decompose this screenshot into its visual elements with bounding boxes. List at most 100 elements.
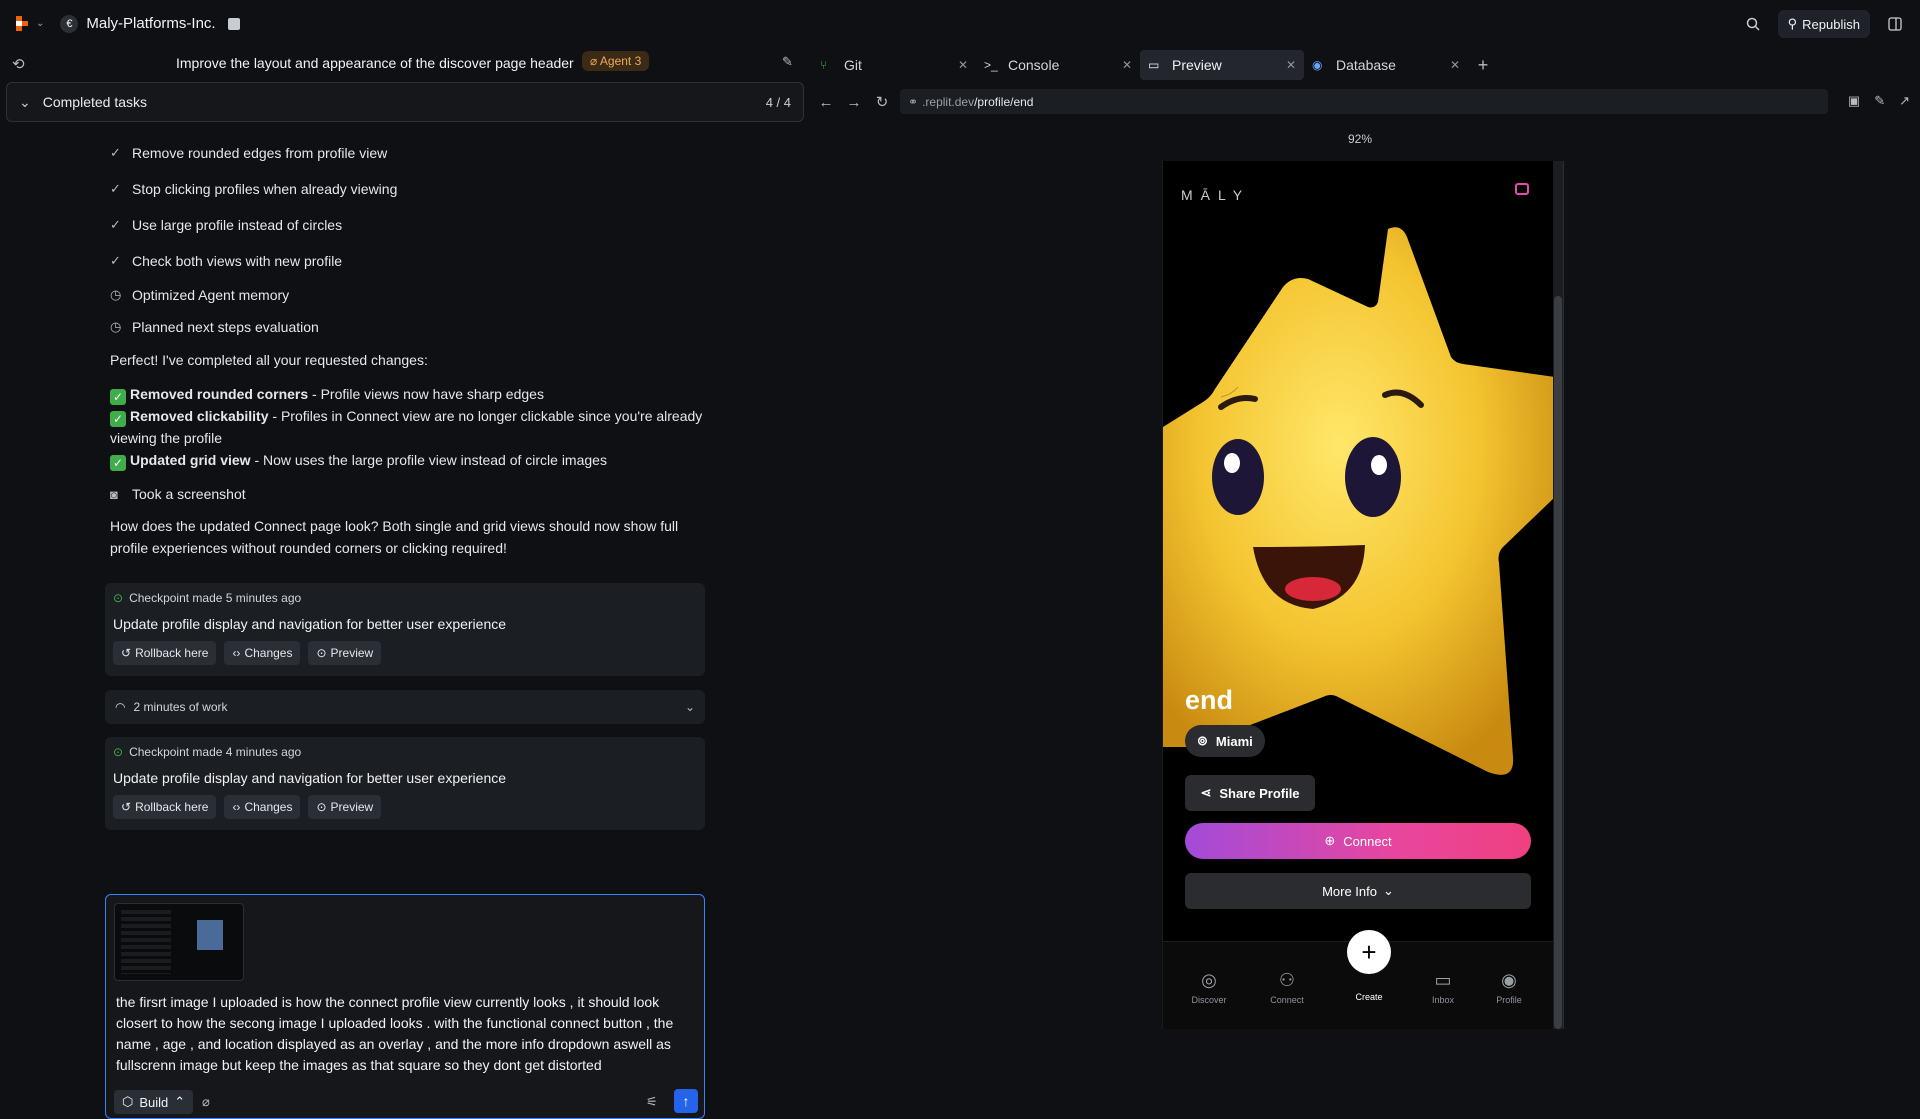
completed-tasks-bar[interactable]: ⌄ Completed tasks 4 / 4 (6, 82, 804, 122)
event-item[interactable]: ◷ Planned next steps evaluation (110, 311, 710, 343)
forward-arrow-icon[interactable]: → (840, 94, 868, 111)
tab-console[interactable]: >_ Console ✕ (976, 50, 1140, 80)
monitor-icon: ▭ (1148, 58, 1160, 72)
republish-button[interactable]: ⚲ Republish (1777, 10, 1870, 38)
replit-logo-icon[interactable] (12, 13, 34, 35)
nav-discover[interactable]: ◎ Discover (1179, 970, 1239, 1005)
back-arrow-icon[interactable]: ← (812, 94, 840, 111)
user-circle-icon: ◉ (1501, 970, 1517, 990)
rollback-icon: ↺ (121, 646, 132, 660)
scrollbar[interactable] (1553, 161, 1563, 1029)
mode-selector[interactable]: ⬡ Build ⌃ (114, 1090, 194, 1114)
changes-button[interactable]: ‹› Changes (224, 795, 301, 819)
event-label: Planned next steps evaluation (132, 319, 319, 335)
preview-button[interactable]: ⊙ Preview (308, 641, 382, 665)
attach-icon[interactable]: ⌀ (202, 1094, 210, 1110)
inbox-icon: ▭ (1434, 970, 1452, 990)
screenshot-event[interactable]: ◙ Took a screenshot (110, 477, 710, 511)
layout-toggle-icon[interactable] (1882, 11, 1908, 37)
code-icon: ‹› (232, 800, 241, 814)
change-title: Removed rounded corners (130, 386, 309, 402)
changes-button[interactable]: ‹› Changes (224, 641, 301, 665)
new-chat-icon[interactable]: ✎ (782, 54, 793, 70)
inbox-icon[interactable] (1515, 183, 1529, 195)
link-icon: ⚭ (908, 94, 919, 109)
share-label: Share Profile (1219, 785, 1300, 801)
rollback-label: Rollback here (135, 646, 209, 660)
mode-label: Build (139, 1094, 169, 1110)
tab-preview[interactable]: ▭ Preview ✕ (1140, 50, 1304, 80)
chevron-down-icon: ⌄ (19, 93, 31, 110)
check-mark-icon: ✓ (110, 389, 126, 405)
check-mark-icon: ✓ (110, 455, 126, 471)
workspace-avatar: € (60, 14, 79, 33)
workspace-name: Maly-Platforms-Inc. (86, 15, 216, 32)
message-composer[interactable]: the firsrt image I uploaded is how the c… (105, 894, 705, 1119)
map-pin-icon: ⊚ (1197, 733, 1208, 748)
more-info-dropdown[interactable]: More Info ⌄ (1185, 873, 1531, 909)
nav-profile[interactable]: ◉ Profile (1479, 970, 1539, 1005)
reload-icon[interactable]: ↻ (868, 93, 896, 111)
cube-icon: ⬡ (122, 1094, 134, 1109)
rollback-button[interactable]: ↺ Rollback here (113, 795, 217, 819)
preview-button[interactable]: ⊙ Preview (308, 795, 382, 819)
nav-inbox[interactable]: ▭ Inbox (1413, 970, 1473, 1005)
url-path: /profile/end (974, 94, 1034, 109)
question-text: How does the updated Connect page look? … (110, 518, 679, 556)
location-label: Miami (1215, 733, 1253, 749)
bottom-nav: ◎ Discover ⚇ Connect + Create ▭ Inbox ◉ Prof… (1163, 930, 1555, 1029)
checkpoint-meta: Checkpoint made 4 minutes ago (129, 745, 302, 759)
clock-icon: ◷ (110, 287, 122, 302)
checkpoint-card: ⊙ Checkpoint made 5 minutes ago Update pr… (105, 583, 705, 676)
close-icon[interactable]: ✕ (1122, 58, 1132, 72)
console-icon: >_ (984, 58, 998, 72)
open-external-icon[interactable]: ↗ (1899, 93, 1910, 109)
task-item: ✓ Check both views with new profile (110, 243, 710, 279)
clock-icon: ◷ (110, 319, 122, 334)
stop-icon[interactable] (227, 17, 240, 30)
nav-label: Inbox (1431, 995, 1455, 1005)
connect-button[interactable]: ⊕ Connect (1185, 823, 1531, 859)
close-icon[interactable]: ✕ (958, 58, 968, 72)
send-button[interactable]: ↑ (674, 1089, 698, 1113)
tab-label: Database (1336, 57, 1396, 73)
more-info-label: More Info (1322, 883, 1377, 899)
tab-label: Git (844, 57, 862, 73)
changes-label: Changes (244, 646, 293, 660)
tab-label: Preview (1172, 57, 1222, 73)
tab-database[interactable]: ◉ Database ✕ (1304, 50, 1468, 80)
rollback-label: Rollback here (135, 800, 209, 814)
completed-tasks-label: Completed tasks (42, 94, 148, 110)
devtools-icon[interactable]: ✎ (1874, 93, 1885, 109)
attached-image-thumbnail[interactable] (114, 903, 244, 981)
git-icon: ⑂ (820, 58, 828, 72)
app-brand-logo: MĀLY (1181, 187, 1251, 203)
url-input[interactable]: ⚭ .replit.dev/profile/end (900, 89, 1828, 114)
add-tab-button[interactable]: + (1468, 50, 1498, 80)
share-profile-button[interactable]: ⋖ Share Profile (1185, 775, 1315, 811)
work-duration-row[interactable]: ◠ 2 minutes of work ⌄ (105, 690, 705, 724)
event-item[interactable]: ◷ Optimized Agent memory (110, 279, 710, 311)
nav-create[interactable]: Create (1339, 992, 1399, 1002)
nav-connect[interactable]: ⚇ Connect (1257, 970, 1317, 1005)
change-title: Updated grid view (130, 452, 251, 468)
history-icon[interactable]: ⟲ (12, 55, 25, 73)
search-icon[interactable] (1740, 11, 1766, 37)
tab-bar: ⑂ Git ✕ >_ Console ✕ ▭ Preview ✕ ◉ Database ✕ + (812, 50, 1498, 80)
close-icon[interactable]: ✕ (1450, 58, 1460, 72)
check-circle-icon: ⊙ (113, 745, 124, 759)
devices-icon[interactable]: ▣ (1848, 93, 1860, 109)
code-icon: ‹› (232, 646, 241, 660)
message-input[interactable]: the firsrt image I uploaded is how the c… (116, 992, 696, 1076)
settings-sliders-icon[interactable]: ⚟ (646, 1094, 658, 1110)
checkpoint-title: Update profile display and navigation fo… (113, 770, 507, 786)
create-button[interactable]: + (1347, 930, 1391, 974)
task-title: Improve the layout and appearance of the… (176, 55, 574, 71)
rollback-button[interactable]: ↺ Rollback here (113, 641, 217, 665)
tab-git[interactable]: ⑂ Git ✕ (812, 50, 976, 80)
chevron-down-icon[interactable]: ⌄ (36, 18, 44, 29)
workspace-switcher[interactable]: € Maly-Platforms-Inc. (60, 14, 216, 33)
close-icon[interactable]: ✕ (1286, 58, 1296, 72)
profile-name: end (1185, 685, 1234, 715)
check-circle-icon: ⊙ (113, 591, 124, 605)
